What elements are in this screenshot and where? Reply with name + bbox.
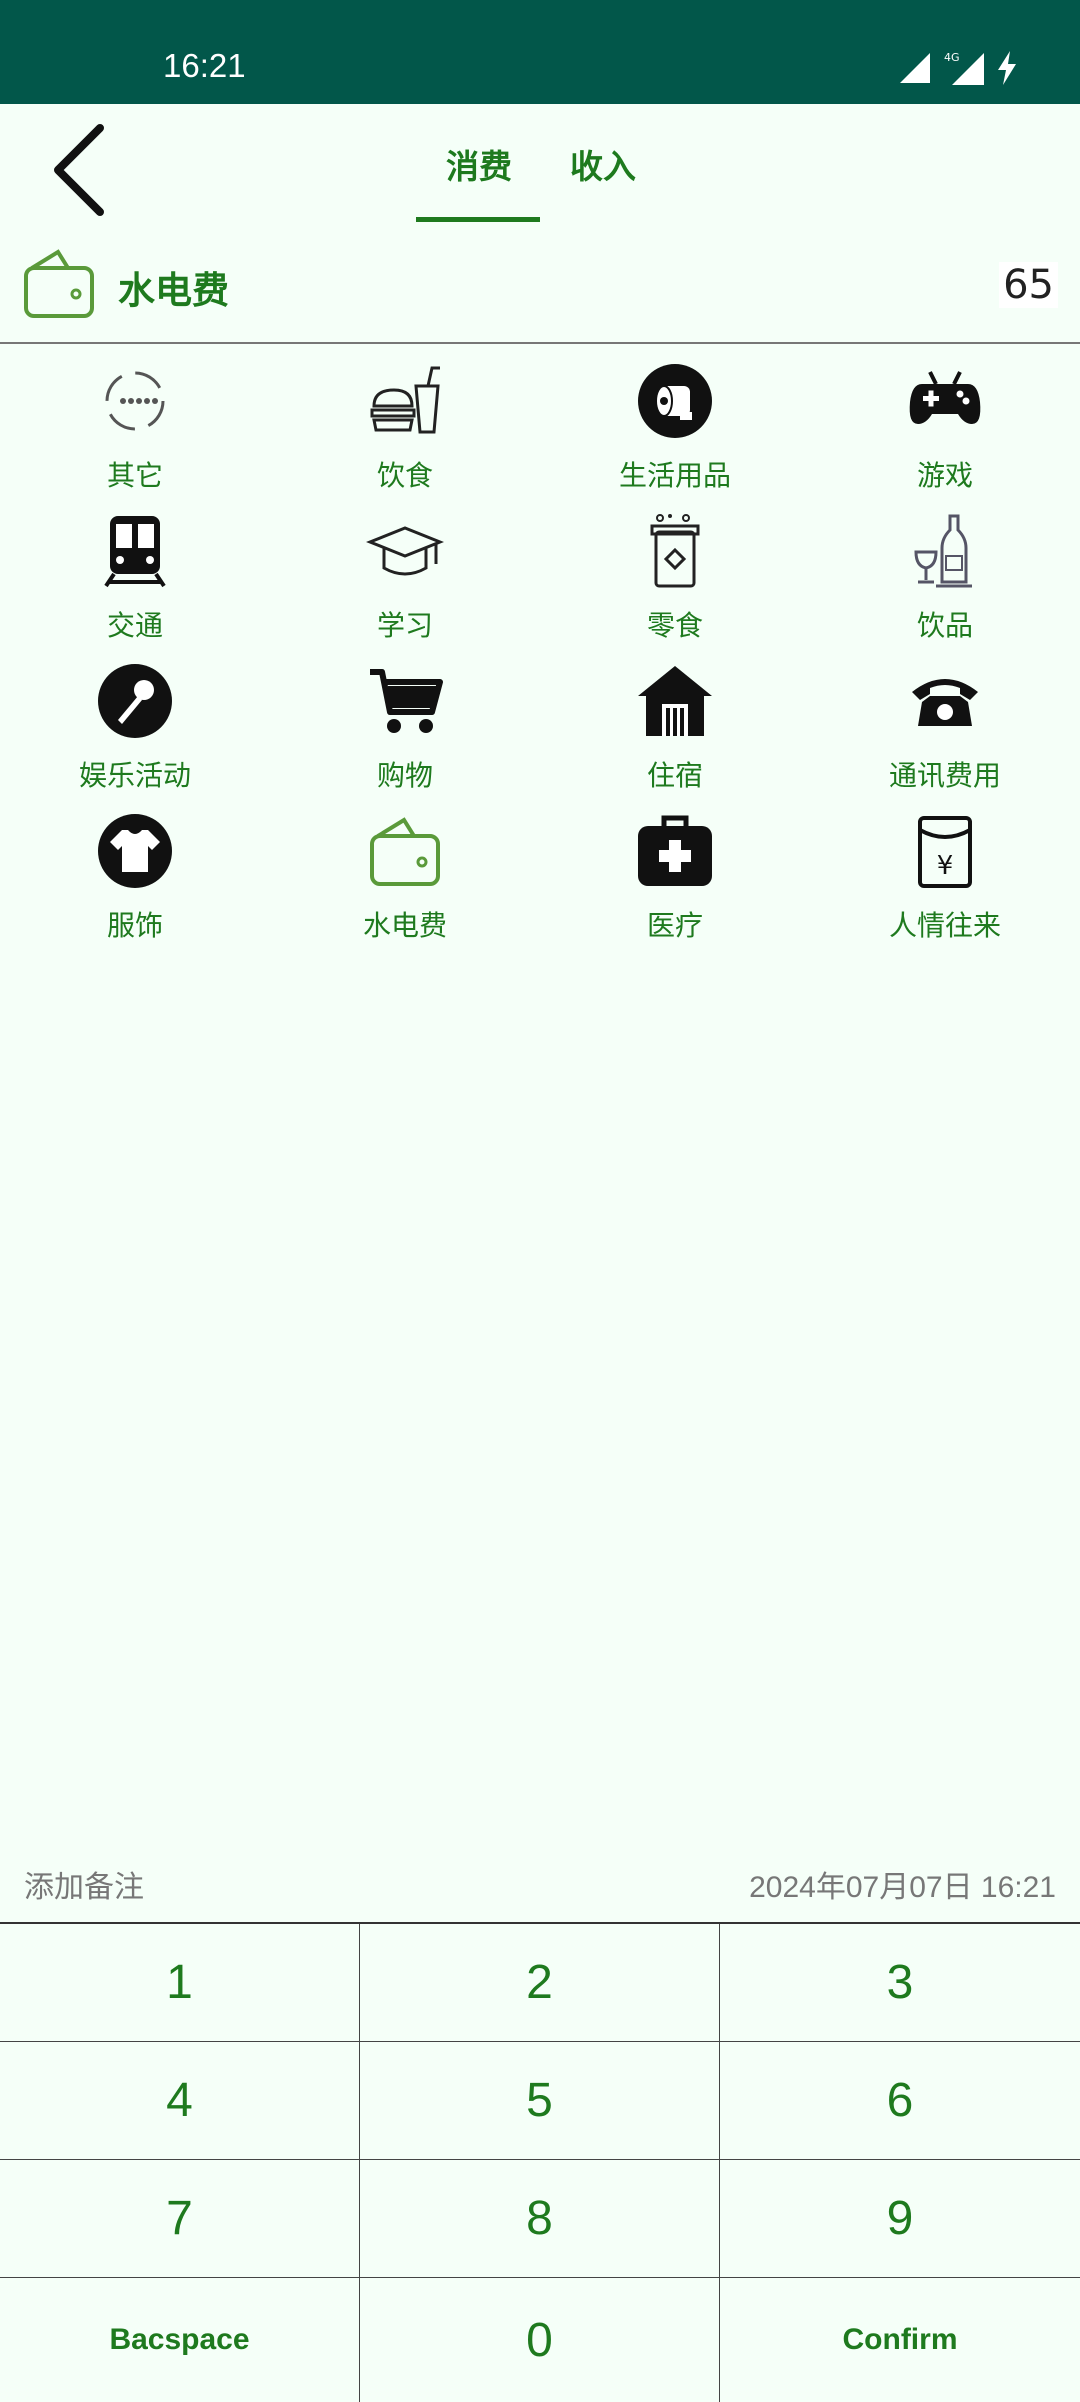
amount-display: 65 [999,262,1058,308]
selected-category-row: 水电费 65 [0,224,1080,344]
status-time: 16:21 [163,47,246,84]
charging-icon [998,51,1016,85]
gamepad-icon [909,371,981,424]
train-icon [104,516,166,588]
category-label: 住宿 [646,759,703,792]
tab-income[interactable]: 收入 [570,140,636,188]
category-shopping[interactable]: 购物 [270,658,540,808]
network-type: 4G [944,51,960,64]
category-label: 饮食 [376,459,433,492]
category-label: 通讯费用 [888,759,1001,792]
category-label: 人情往来 [888,909,1001,942]
category-label: 娱乐活动 [78,759,191,792]
number-keypad: 1 2 3 4 5 6 7 8 9 Bacspace 0 Confirm [0,1922,1080,2402]
category-label: 服饰 [106,909,163,942]
dots-circle-icon [105,371,165,431]
snack-jar-icon [650,514,700,588]
category-other[interactable]: 其它 [0,358,270,508]
key-0[interactable]: 0 [360,2278,720,2402]
top-bar: 消费 收入 [0,104,1080,224]
category-telecom[interactable]: 通讯费用 [810,658,1080,808]
category-transport[interactable]: 交通 [0,508,270,658]
tshirt-icon [98,814,172,888]
confirm-button[interactable]: Confirm [720,2278,1080,2402]
tab-expense[interactable]: 消费 [446,140,512,188]
telephone-icon [912,679,978,726]
category-utilities[interactable]: 水电费 [270,808,540,958]
category-label: 购物 [376,759,433,792]
status-icons: 4G [898,48,1020,88]
category-drinks[interactable]: 饮品 [810,508,1080,658]
fast-food-icon [370,366,440,434]
status-bar: 16:21 4G [0,0,1080,104]
category-clothing[interactable]: 服饰 [0,808,270,958]
house-icon [638,666,712,736]
backspace-button[interactable]: Bacspace [0,2278,360,2402]
key-9[interactable]: 9 [720,2160,1080,2278]
key-5[interactable]: 5 [360,2042,720,2160]
signal-4g-icon: 4G [944,51,984,85]
toilet-paper-icon [638,364,712,438]
add-note-field[interactable]: 添加备注 [24,1862,144,1906]
category-housing[interactable]: 住宿 [540,658,810,808]
key-7[interactable]: 7 [0,2160,360,2278]
drinks-icon [914,514,972,588]
category-label: 零食 [646,609,703,642]
date-time-picker[interactable]: 2024年07月07日 16:21 [749,1862,1056,1906]
shopping-cart-icon [370,669,443,733]
key-2[interactable]: 2 [360,1924,720,2042]
key-3[interactable]: 3 [720,1924,1080,2042]
category-food[interactable]: 饮食 [270,358,540,508]
wallet-icon [22,246,96,320]
graduation-cap-icon [366,526,444,576]
category-label: 交通 [106,609,163,642]
category-snacks[interactable]: 零食 [540,508,810,658]
microphone-icon [98,664,172,738]
category-label: 生活用品 [618,459,731,492]
medical-kit-icon [638,815,712,886]
category-label: 游戏 [916,459,973,492]
category-entertainment[interactable]: 娱乐活动 [0,658,270,808]
key-4[interactable]: 4 [0,2042,360,2160]
wallet-icon [370,817,440,886]
key-1[interactable]: 1 [0,1924,360,2042]
active-tab-indicator [416,217,540,222]
category-study[interactable]: 学习 [270,508,540,658]
category-label: 其它 [106,459,163,492]
red-envelope-icon: ¥ [918,816,972,888]
note-row: 添加备注 2024年07月07日 16:21 [0,1850,1080,1922]
category-label: 学习 [376,609,433,642]
category-social-gifts[interactable]: ¥ 人情往来 [810,808,1080,958]
category-games[interactable]: 游戏 [810,358,1080,508]
category-label: 饮品 [916,609,973,642]
selected-category-name: 水电费 [118,269,229,312]
key-8[interactable]: 8 [360,2160,720,2278]
category-daily-goods[interactable]: 生活用品 [540,358,810,508]
signal-icon [900,53,930,83]
back-button[interactable] [40,114,126,224]
category-label: 医疗 [646,909,703,942]
chevron-left-icon [54,124,104,216]
key-6[interactable]: 6 [720,2042,1080,2160]
category-label: 水电费 [362,909,447,942]
category-medical[interactable]: 医疗 [540,808,810,958]
svg-text:¥: ¥ [937,851,954,881]
